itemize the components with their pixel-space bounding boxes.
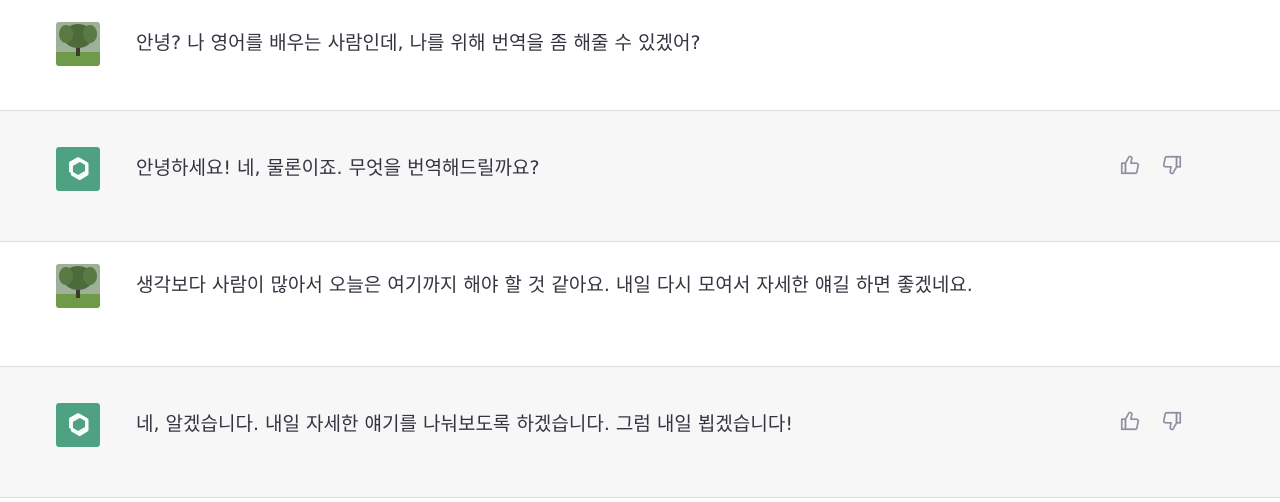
assistant-message: 안녕하세요! 네, 물론이죠. 무엇을 번역해드릴까요? xyxy=(0,111,1280,242)
assistant-avatar xyxy=(56,403,100,447)
thumbs-up-icon[interactable] xyxy=(1118,409,1142,433)
thumbs-down-icon[interactable] xyxy=(1160,153,1184,177)
assistant-avatar xyxy=(56,147,100,191)
user-message: 생각보다 사람이 많아서 오늘은 여기까지 해야 할 것 같아요. 내일 다시 … xyxy=(0,242,1280,367)
user-message: 안녕? 나 영어를 배우는 사람인데, 나를 위해 번역을 좀 해줄 수 있겠어… xyxy=(0,0,1280,111)
tree-photo-icon xyxy=(56,22,100,66)
message-text: 네, 알겠습니다. 내일 자세한 얘기를 나눠보도록 하겠습니다. 그럼 내일 … xyxy=(136,413,793,435)
message-text: 안녕? 나 영어를 배우는 사람인데, 나를 위해 번역을 좀 해줄 수 있겠어… xyxy=(136,32,701,54)
message-text: 안녕하세요! 네, 물론이죠. 무엇을 번역해드릴까요? xyxy=(136,157,540,179)
tree-photo-icon xyxy=(56,264,100,308)
user-avatar xyxy=(56,22,100,66)
message-actions xyxy=(1118,153,1184,177)
thumbs-down-icon[interactable] xyxy=(1160,409,1184,433)
openai-logo-icon xyxy=(69,157,89,181)
message-actions xyxy=(1118,409,1184,433)
assistant-message: 네, 알겠습니다. 내일 자세한 얘기를 나눠보도록 하겠습니다. 그럼 내일 … xyxy=(0,367,1280,498)
openai-logo-icon xyxy=(69,413,89,437)
message-text: 생각보다 사람이 많아서 오늘은 여기까지 해야 할 것 같아요. 내일 다시 … xyxy=(136,274,973,296)
conversation-thread: 안녕? 나 영어를 배우는 사람인데, 나를 위해 번역을 좀 해줄 수 있겠어… xyxy=(0,0,1280,502)
thumbs-up-icon[interactable] xyxy=(1118,153,1142,177)
user-avatar xyxy=(56,264,100,308)
